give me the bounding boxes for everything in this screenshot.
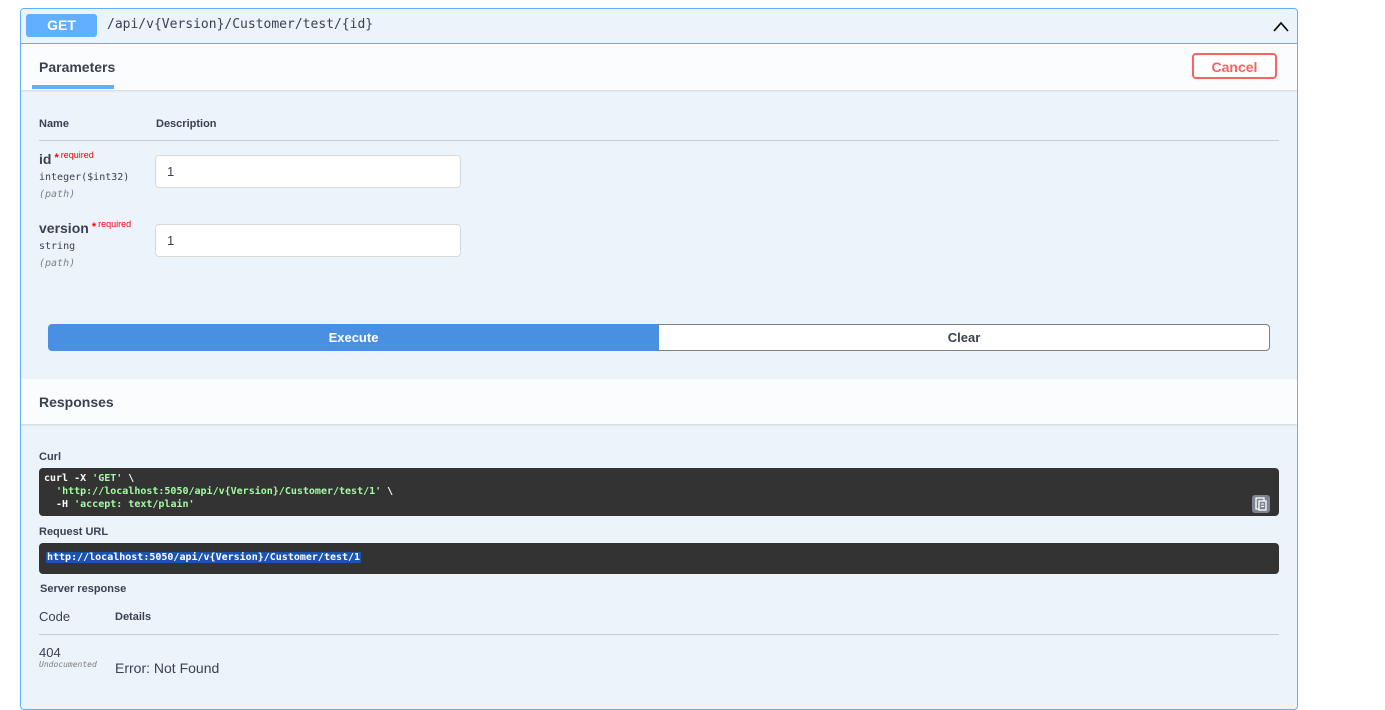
- responses-title: Responses: [39, 394, 114, 410]
- response-details-header: Details: [115, 611, 152, 623]
- undocumented-label: Undocumented: [39, 660, 97, 669]
- method-badge: GET: [26, 14, 97, 37]
- execute-button[interactable]: Execute: [48, 324, 659, 351]
- curl-label: Curl: [39, 451, 61, 463]
- server-response-label: Server response: [40, 583, 127, 595]
- param-name-id: id * required: [39, 150, 94, 167]
- cancel-button[interactable]: Cancel: [1192, 53, 1277, 79]
- operation-path: /api/v{Version}/Customer/test/{id}: [107, 17, 374, 32]
- curl-string: 'accept: text/plain': [74, 499, 195, 510]
- request-url-text[interactable]: http://localhost:5050/api/v{Version}/Cus…: [46, 552, 362, 563]
- chevron-up-icon[interactable]: [1273, 19, 1289, 33]
- response-status-code: 404: [39, 645, 61, 660]
- curl-string: 'GET': [92, 473, 123, 484]
- curl-code-block[interactable]: curl -X 'GET' \ 'http://localhost:5050/a…: [39, 468, 1279, 516]
- version-input[interactable]: [155, 224, 461, 257]
- curl-line: curl -X 'GET' \: [44, 473, 134, 484]
- required-label: required: [60, 150, 94, 160]
- operation-block: GET /api/v{Version}/Customer/test/{id} P…: [20, 8, 1298, 710]
- param-in-id: (path): [39, 189, 76, 200]
- curl-text: curl -X: [44, 473, 93, 484]
- param-type-version: string: [39, 241, 76, 252]
- curl-text: -H: [44, 499, 75, 510]
- operation-summary[interactable]: GET /api/v{Version}/Customer/test/{id}: [21, 9, 1297, 44]
- required-star: *: [54, 152, 59, 164]
- execute-button-group: Execute Clear: [48, 324, 1270, 351]
- curl-line: -H 'accept: text/plain': [44, 499, 195, 510]
- id-input[interactable]: [155, 155, 461, 188]
- param-name-text: version: [39, 220, 89, 236]
- clear-button[interactable]: Clear: [659, 324, 1270, 351]
- tab-parameters[interactable]: Parameters: [39, 59, 115, 75]
- param-name-version: version * required: [39, 219, 132, 236]
- responses-header: Responses: [21, 379, 1297, 424]
- tab-active-indicator: [32, 85, 114, 89]
- column-header-name: Name: [39, 118, 69, 130]
- request-url-label: Request URL: [39, 526, 109, 538]
- curl-line: 'http://localhost:5050/api/v{Version}/Cu…: [44, 486, 393, 497]
- required-star: *: [91, 221, 97, 233]
- copy-to-clipboard-icon[interactable]: [1252, 495, 1270, 513]
- curl-text: \: [122, 473, 135, 484]
- divider: [39, 140, 1279, 141]
- response-error-text: Error: Not Found: [115, 660, 220, 676]
- param-in-version: (path): [39, 258, 76, 269]
- request-url-block[interactable]: http://localhost:5050/api/v{Version}/Cus…: [39, 543, 1279, 574]
- parameters-header: Parameters Cancel: [21, 44, 1297, 90]
- divider: [39, 634, 1279, 635]
- response-code-header: Code: [39, 609, 71, 624]
- param-type-id: integer($int32): [39, 172, 130, 183]
- curl-text: [44, 486, 56, 497]
- required-label: required: [98, 219, 132, 229]
- curl-text: \: [381, 486, 394, 497]
- column-header-description: Description: [156, 118, 217, 130]
- curl-string: 'http://localhost:5050/api/v{Version}/Cu…: [56, 486, 382, 497]
- param-name-text: id: [39, 151, 52, 167]
